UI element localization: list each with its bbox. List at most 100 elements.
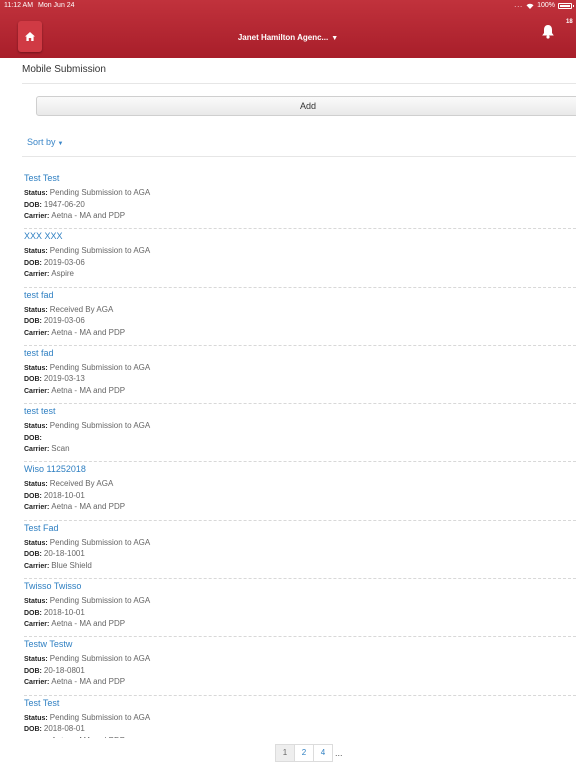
carrier-label: Carrier: <box>24 446 50 454</box>
carrier-row: Carrier:Aetna - MA and PDP <box>24 502 125 511</box>
dob-label: DOB: <box>24 726 42 734</box>
status-row: Status: Received By AGA <box>24 479 113 488</box>
list-item[interactable]: Test Fad Status: Pending Submission to AG… <box>24 521 576 580</box>
carrier-row: Carrier:Aetna - MA and PDP <box>24 211 125 220</box>
submission-name[interactable]: Test Test <box>24 698 59 708</box>
notification-count: 18 <box>566 19 573 25</box>
status-label: Status: <box>24 190 48 197</box>
status-row: Status: Pending Submission to AGA <box>24 421 150 430</box>
page-title: Mobile Submission <box>22 64 106 75</box>
agency-name: Janet Hamilton Agenc... <box>237 33 329 42</box>
bell-icon[interactable] <box>541 24 555 44</box>
status-label: Status: <box>24 364 48 372</box>
status-label: Status: <box>24 306 48 314</box>
submission-name[interactable]: Test Fad <box>24 523 59 533</box>
page-ellipsis: ... <box>335 748 343 758</box>
dob-label: DOB: <box>24 667 42 675</box>
carrier-label: Carrier: <box>24 679 50 687</box>
carrier-value: Aspire <box>51 269 74 279</box>
dob-row: DOB: 2018-10-01 <box>24 608 85 617</box>
list-item[interactable]: Test Test Status: Pending Submission to A… <box>24 171 576 230</box>
chevron-down-icon: ▼ <box>57 141 64 147</box>
carrier-row: Carrier:Aetna - MA and PDP <box>24 677 125 686</box>
dob-label: DOB: <box>24 376 42 384</box>
list-item[interactable]: Twisso Twisso Status: Pending Submission … <box>24 579 576 638</box>
carrier-value: Aetna - MA and PDP <box>51 677 126 687</box>
status-row: Status: Received By AGA <box>24 305 113 314</box>
carrier-label: Carrier: <box>24 562 50 570</box>
add-button[interactable]: Add <box>36 96 576 116</box>
sort-label: Sort by <box>27 137 56 147</box>
dob-value: 2018-08-01 <box>43 724 85 734</box>
page-button[interactable]: 2 <box>294 744 314 762</box>
submission-name[interactable]: Testw Testw <box>24 639 72 649</box>
submission-name[interactable]: XXX XXX <box>24 231 63 241</box>
dob-value: 2019-03-13 <box>43 374 85 384</box>
list-item[interactable]: XXX XXX Status: Pending Submission to AGA… <box>24 229 576 288</box>
page-button[interactable]: 1 <box>275 744 295 762</box>
dob-row: DOB: 20-18-1001 <box>24 549 85 558</box>
submission-name[interactable]: Wiso 11252018 <box>24 464 86 474</box>
page-button[interactable]: 4 <box>313 744 333 762</box>
divider <box>22 156 576 157</box>
status-row: Status: Pending Submission to AGA <box>24 363 150 372</box>
list-item[interactable]: Test Test Status: Pending Submission to A… <box>24 696 576 738</box>
list-item[interactable]: Wiso 11252018 Status: Received By AGA DOB… <box>24 462 576 521</box>
status-label: Status: <box>24 714 48 722</box>
dob-label: DOB: <box>24 551 42 559</box>
chevron-down-icon: ▼ <box>331 35 339 42</box>
list-item[interactable]: test fad Status: Pending Submission to AG… <box>24 346 576 405</box>
status-label: Status: <box>24 481 48 489</box>
status-value: Pending Submission to AGA <box>49 362 151 372</box>
carrier-value: Aetna - MA and PDP <box>51 211 126 220</box>
battery-percent: 100% <box>537 2 555 9</box>
submission-name[interactable]: Test Test <box>24 173 59 183</box>
status-row: Status: Pending Submission to AGA <box>24 654 150 663</box>
dob-value: 2019-03-06 <box>43 257 85 267</box>
status-row: Status: Pending Submission to AGA <box>24 246 150 255</box>
list-item[interactable]: test fad Status: Received By AGA DOB: 2019… <box>24 288 576 346</box>
carrier-value: Scan <box>51 444 70 454</box>
carrier-row: Carrier:Aetna - MA and PDP <box>24 736 125 738</box>
list-item[interactable]: test test Status: Pending Submission to A… <box>24 404 576 463</box>
carrier-label: Carrier: <box>24 504 50 512</box>
pagination: 1 2 4... <box>275 744 343 762</box>
sort-dropdown[interactable]: Sort by ▼ <box>27 137 63 147</box>
status-label: Status: <box>24 598 48 606</box>
submission-name[interactable]: test fad <box>24 348 54 358</box>
status-value: Pending Submission to AGA <box>49 246 151 256</box>
dob-row: DOB: 2018-08-01 <box>24 724 85 733</box>
status-label: Status: <box>24 539 48 547</box>
status-row: Status: Pending Submission to AGA <box>24 713 150 722</box>
submission-name[interactable]: Twisso Twisso <box>24 581 81 591</box>
carrier-label: Carrier: <box>24 213 50 220</box>
dob-row: DOB: 20-18-0801 <box>24 666 85 675</box>
carrier-value: Aetna - MA and PDP <box>51 619 126 629</box>
app-header: 11:12 AM Mon Jun 24 ... 100% Janet Hamil… <box>0 0 576 58</box>
submission-name[interactable]: test fad <box>24 290 54 300</box>
dob-value: 1947-06-20 <box>43 199 85 209</box>
status-value: Pending Submission to AGA <box>49 421 151 431</box>
agency-selector[interactable]: Janet Hamilton Agenc... ▼ <box>0 33 576 42</box>
carrier-label: Carrier: <box>24 271 50 279</box>
carrier-value: Aetna - MA and PDP <box>51 736 125 738</box>
carrier-row: Carrier:Aetna - MA and PDP <box>24 328 125 337</box>
multitasking-dots: ... <box>514 2 524 9</box>
dob-row: DOB: 2019-03-06 <box>24 316 85 325</box>
divider <box>22 83 576 84</box>
dob-label: DOB: <box>24 318 42 326</box>
battery-icon <box>558 2 574 9</box>
carrier-row: Carrier:Aetna - MA and PDP <box>24 386 125 395</box>
dob-label: DOB: <box>24 492 42 500</box>
status-row: Status: Pending Submission to AGA <box>24 538 150 547</box>
dob-row: DOB: 2019-03-13 <box>24 374 85 383</box>
carrier-label: Carrier: <box>24 329 50 337</box>
carrier-row: Carrier: Blue Shield <box>24 561 92 570</box>
status-indicators: ... 100% <box>514 2 574 9</box>
submission-name[interactable]: test test <box>24 406 56 416</box>
list-item[interactable]: Testw Testw Status: Pending Submission to… <box>24 637 576 696</box>
carrier-label: Carrier: <box>24 387 50 395</box>
carrier-row: Carrier: Aspire <box>24 269 74 278</box>
carrier-value: Aetna - MA and PDP <box>51 385 126 395</box>
status-value: Pending Submission to AGA <box>49 596 151 606</box>
